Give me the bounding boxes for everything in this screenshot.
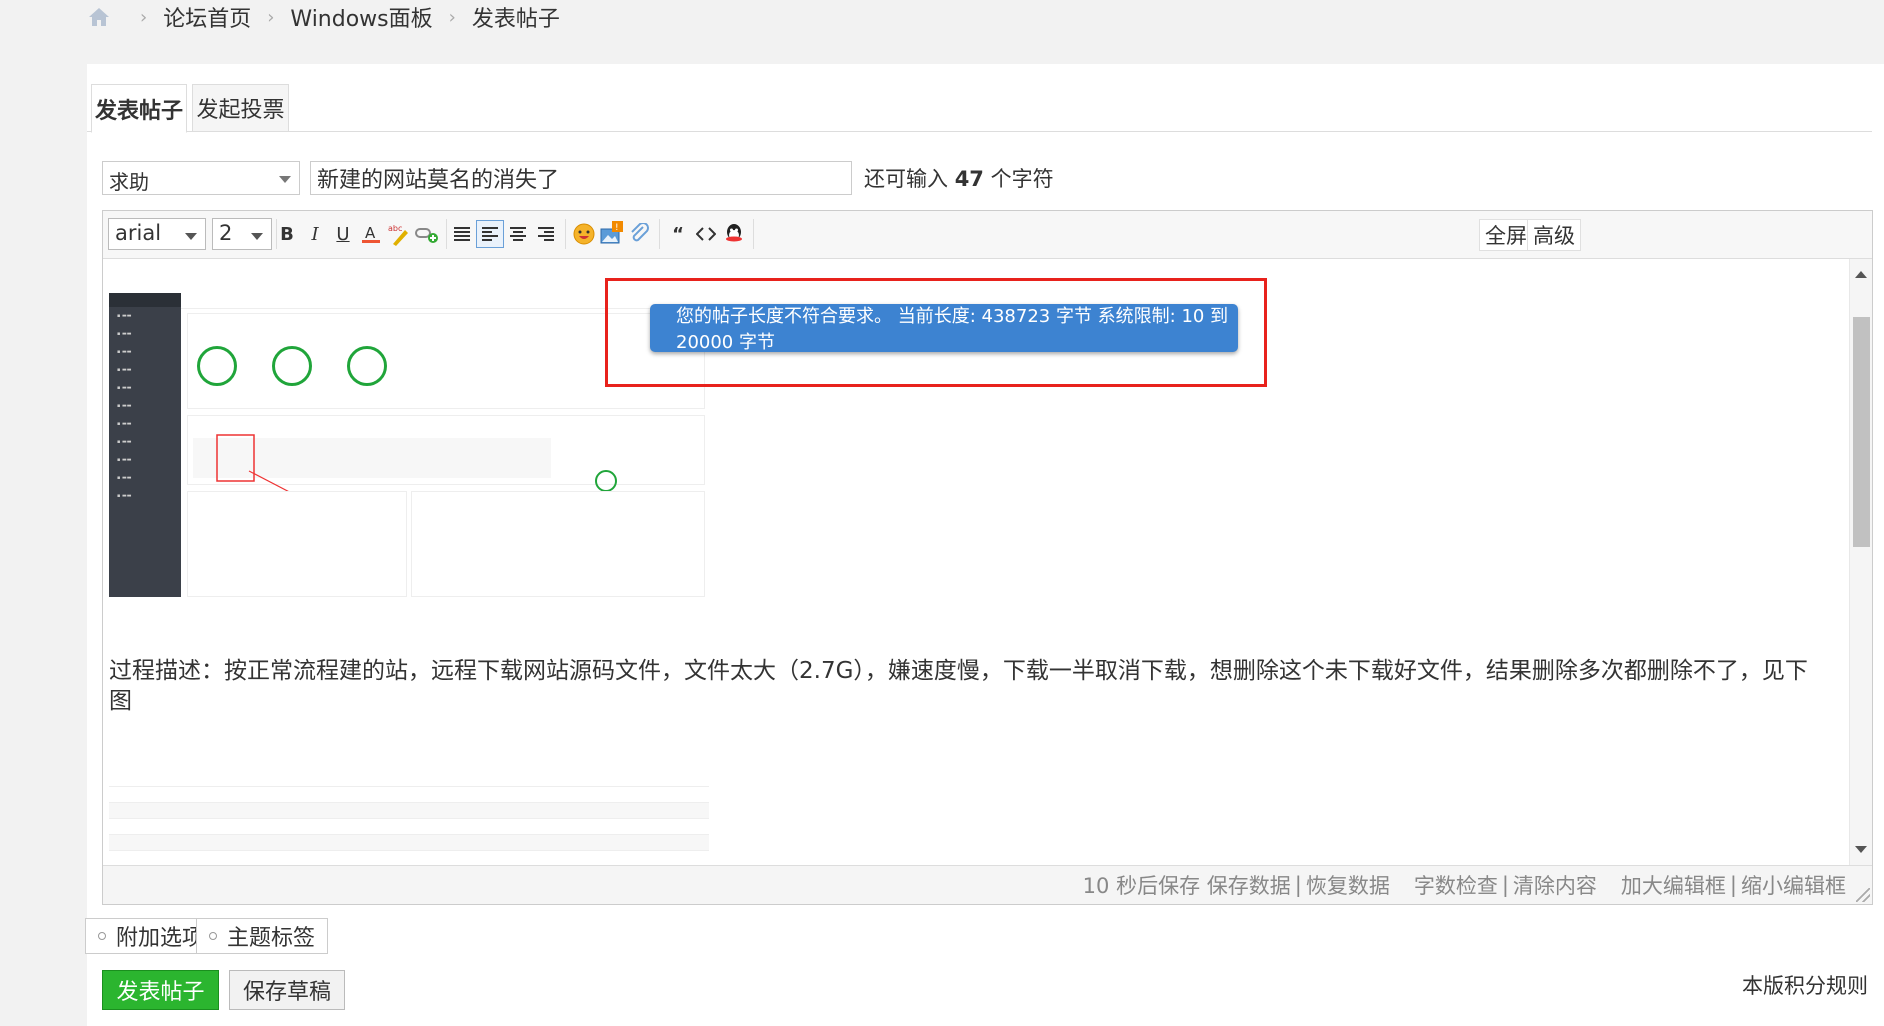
chevron-down-icon: [251, 233, 263, 240]
breadcrumb-current: 发表帖子: [471, 7, 560, 32]
chevron-down-icon: [279, 176, 291, 183]
underline-icon[interactable]: U: [329, 220, 357, 248]
embedded-log-table: [109, 771, 709, 851]
image-icon[interactable]: !: [598, 220, 626, 248]
save-draft-button[interactable]: 保存草稿: [229, 970, 345, 1010]
italic-icon[interactable]: I: [301, 220, 329, 248]
code-icon[interactable]: [692, 220, 720, 248]
background-color-icon[interactable]: abc: [385, 220, 413, 248]
breadcrumb-windows-panel[interactable]: Windows面板: [290, 1, 432, 33]
resize-grip-icon[interactable]: [1856, 888, 1870, 902]
editor-toolbar: arial 2 B I U A abc ! “ 全屏 高级: [103, 211, 1872, 259]
divider: |: [1729, 873, 1737, 897]
title-input[interactable]: [310, 161, 852, 195]
scroll-down-icon[interactable]: [1855, 846, 1867, 853]
table-row: [109, 835, 709, 851]
qq-icon[interactable]: [720, 220, 748, 248]
thread-type-value: 求助: [109, 170, 149, 194]
align-center-icon[interactable]: [504, 220, 532, 248]
align-right-icon[interactable]: [532, 220, 560, 248]
remaining-chars: 还可输入 47 个字符: [864, 163, 1054, 193]
submit-post-button[interactable]: 发表帖子: [102, 970, 219, 1010]
save-data-link[interactable]: 保存数据: [1207, 870, 1291, 900]
font-color-icon[interactable]: A: [357, 220, 385, 248]
credit-rules-link[interactable]: 本版积分规则: [1742, 970, 1868, 1000]
extra-options-label: 附加选项: [116, 926, 205, 951]
align-left-icon[interactable]: [476, 220, 504, 248]
topic-tags-toggle[interactable]: 主题标签: [196, 918, 329, 954]
rich-text-editor: arial 2 B I U A abc ! “ 全屏 高级 ▪ ▬▬ ▪ ▬▬ …: [102, 210, 1873, 905]
breadcrumb-forum-home[interactable]: 论坛首页: [163, 1, 251, 33]
word-check-link[interactable]: 字数检查: [1414, 870, 1498, 900]
editor-statusbar: 10 秒后保存 保存数据 | 恢复数据 字数检查 | 清除内容 加大编辑框 | …: [103, 865, 1872, 904]
breadcrumb: › 论坛首页 › Windows面板 › 发表帖子: [88, 1, 560, 33]
table-row: [109, 803, 709, 819]
subject-row: 求助 还可输入 47 个字符: [102, 161, 1054, 195]
font-family-select[interactable]: arial: [108, 218, 206, 250]
shrink-editor-link[interactable]: 缩小编辑框: [1741, 870, 1846, 900]
editor-scrollbar[interactable]: [1849, 259, 1872, 865]
restore-data-link[interactable]: 恢复数据: [1306, 870, 1390, 900]
link-add-icon[interactable]: [413, 220, 441, 248]
svg-text:!: !: [615, 223, 619, 233]
breadcrumb-separator: ›: [140, 6, 148, 28]
divider: |: [1294, 873, 1302, 897]
toolbar-divider: [446, 219, 447, 249]
screenshot-traffic-card: [411, 491, 705, 597]
svg-text:A: A: [365, 224, 376, 242]
tab-new-post[interactable]: 发表帖子: [91, 84, 187, 133]
post-panel: 发表帖子 发起投票 求助 还可输入 47 个字符 arial 2 B: [85, 64, 1884, 1026]
scrollbar-thumb[interactable]: [1853, 317, 1870, 547]
align-justify-icon[interactable]: [448, 220, 476, 248]
font-size-value: 2: [219, 221, 233, 245]
screenshot-software-card: [187, 491, 407, 597]
enlarge-editor-link[interactable]: 加大编辑框: [1621, 870, 1726, 900]
editor-content[interactable]: ▪ ▬▬ ▪ ▬▬ ▪ ▬▬ ▪ ▬▬ ▪ ▬▬ ▪ ▬▬ ▪ ▬▬ ▪ ▬▬ ▪ ▬▬ ▪ …: [103, 259, 1849, 865]
tab-bar: 发表帖子 发起投票: [87, 84, 1872, 133]
toolbar-divider: [753, 219, 754, 249]
home-icon[interactable]: [88, 7, 110, 27]
table-row: [109, 787, 709, 803]
emoji-icon[interactable]: [570, 220, 598, 248]
remaining-suffix: 个字符: [990, 167, 1054, 191]
remaining-prefix: 还可输入: [864, 167, 948, 191]
breadcrumb-separator: ›: [448, 6, 456, 28]
bullet-icon: [209, 932, 217, 940]
tab-new-poll[interactable]: 发起投票: [192, 84, 289, 132]
chevron-down-icon: [185, 233, 197, 240]
quote-icon[interactable]: “: [664, 220, 692, 248]
attachment-icon[interactable]: [626, 220, 654, 248]
font-size-select[interactable]: 2: [212, 218, 272, 250]
toolbar-divider: [565, 219, 566, 249]
autosave-countdown: 10 秒后保存: [1082, 874, 1201, 898]
bullet-icon: [98, 932, 106, 940]
remaining-count: 47: [954, 167, 984, 191]
bold-icon[interactable]: B: [273, 220, 301, 248]
table-row: [109, 771, 709, 787]
thread-type-select[interactable]: 求助: [102, 161, 300, 195]
breadcrumb-separator: ›: [267, 6, 275, 28]
fullscreen-button[interactable]: 全屏: [1479, 219, 1533, 251]
scroll-up-icon[interactable]: [1855, 271, 1867, 278]
post-description: 过程描述：按正常流程建的站，远程下载网站源码文件，文件太大（2.7G），嫌速度慢…: [109, 658, 1808, 714]
table-row: [109, 819, 709, 835]
clear-content-link[interactable]: 清除内容: [1513, 870, 1597, 900]
topic-tags-label: 主题标签: [227, 926, 316, 951]
font-family-value: arial: [115, 221, 162, 245]
divider: |: [1501, 873, 1509, 897]
error-toast: 您的帖子长度不符合要求。 当前长度: 438723 字节 系统限制: 10 到 …: [650, 304, 1238, 353]
advanced-button[interactable]: 高级: [1527, 219, 1581, 251]
toolbar-divider: [659, 219, 660, 249]
svg-text:abc: abc: [388, 224, 402, 233]
